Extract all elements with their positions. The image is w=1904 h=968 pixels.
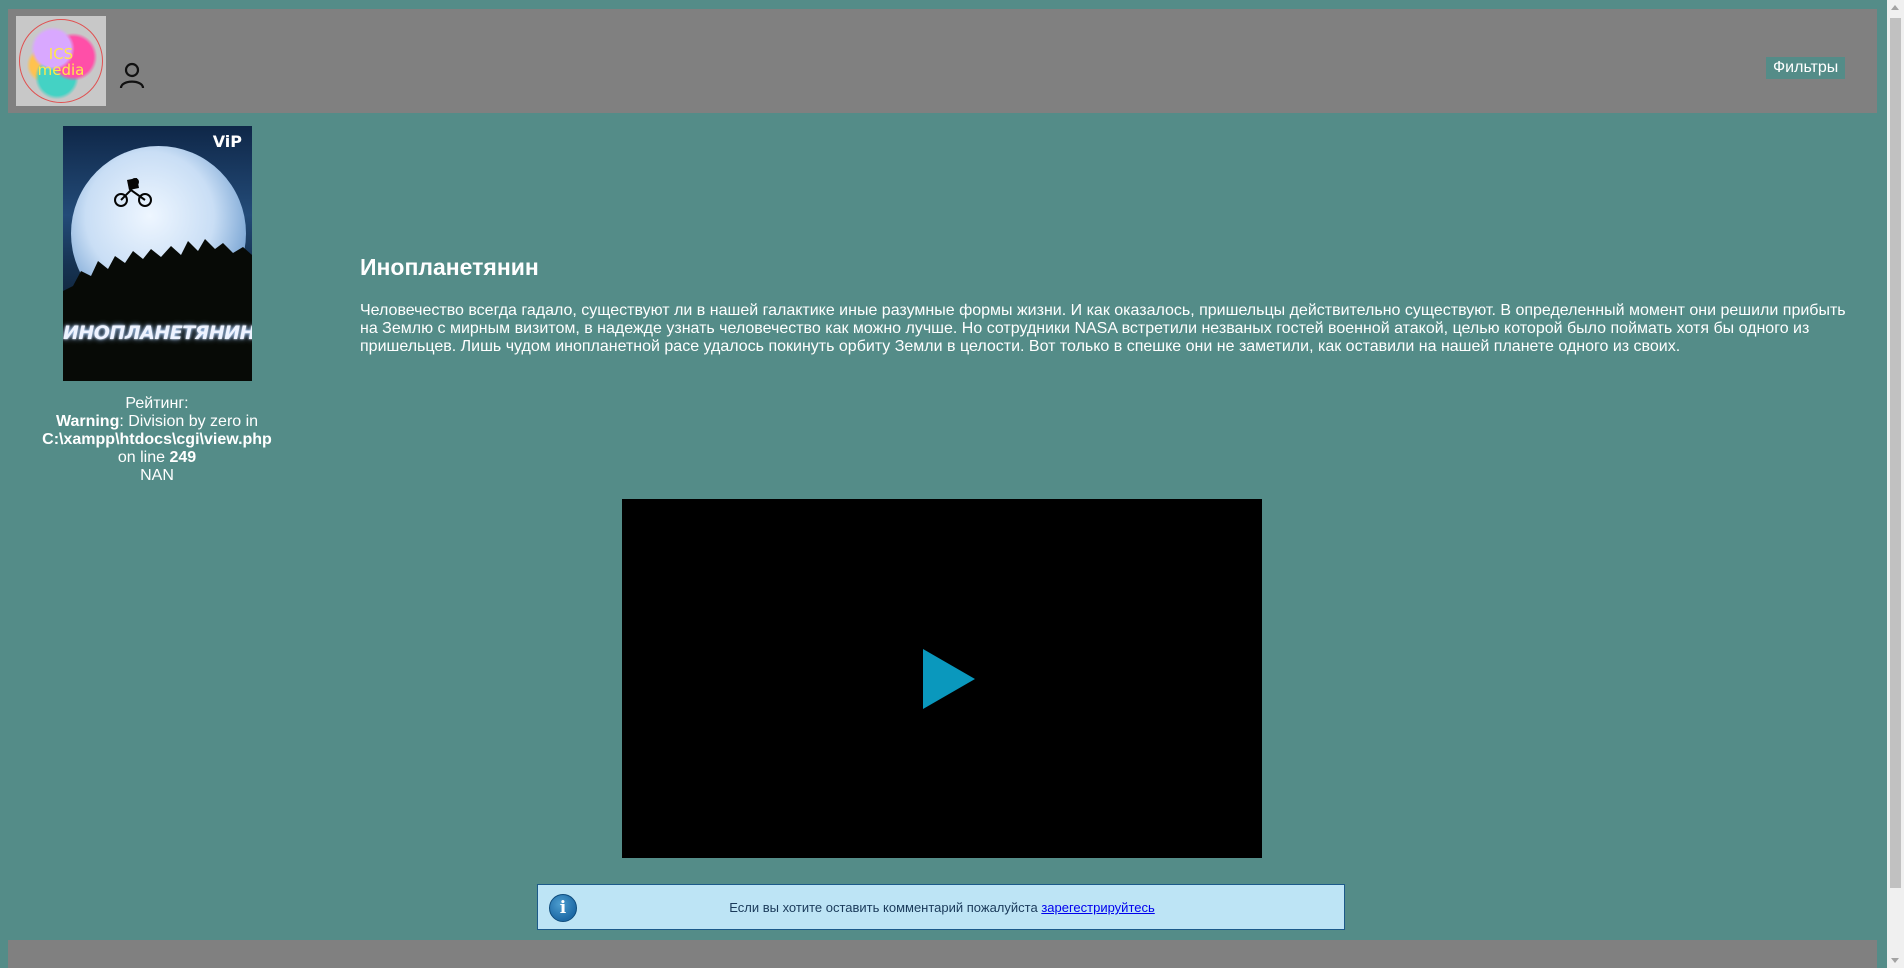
register-notice: Если вы хотите оставить комментарий пожа… — [537, 884, 1345, 930]
logo-text: ICS media — [16, 46, 106, 78]
video-player[interactable] — [622, 499, 1262, 858]
warning-line: on line 249 — [30, 449, 284, 467]
filters-button[interactable]: Фильтры — [1766, 57, 1846, 79]
logo-text-line2: media — [37, 61, 85, 79]
scroll-down-arrow-icon[interactable] — [1891, 958, 1899, 963]
warning-label: Warning — [55, 413, 120, 430]
movie-description: Человечество всегда гадало, существуют л… — [360, 302, 1846, 355]
warning-path-text: C:\xampp\htdocs\cgi\view.php — [42, 431, 272, 448]
site-logo[interactable]: ICS media — [16, 16, 106, 106]
movie-title: Инопланетянин — [360, 254, 539, 280]
rating-value: NAN — [140, 467, 174, 484]
footer-bar — [8, 940, 1877, 968]
poster-title: ИНОПЛАНЕТЯНИН — [63, 322, 252, 344]
rating-block: Рейтинг: Warning: Division by zero in C:… — [30, 395, 284, 485]
header-bar: ICS media Фильтры — [8, 9, 1877, 113]
poster-trees — [63, 239, 252, 381]
on-line-text: on line — [117, 449, 165, 466]
user-icon[interactable] — [118, 61, 146, 89]
vertical-scrollbar[interactable] — [1887, 0, 1904, 968]
rating-warning: Warning: Division by zero in — [30, 413, 284, 431]
warning-text: : Division by zero in — [119, 413, 259, 430]
logo-text-line1: ICS — [48, 45, 74, 63]
rating-label: Рейтинг: — [125, 395, 189, 412]
play-icon[interactable] — [923, 649, 975, 709]
vip-badge: ViP — [212, 132, 242, 151]
notice-text: Если вы хотите оставить комментарий пожа… — [538, 885, 1346, 931]
notice-message: Если вы хотите оставить комментарий пожа… — [729, 900, 1042, 915]
info-icon: i — [549, 894, 577, 922]
register-link[interactable]: зарегестрируйтесь — [1041, 900, 1154, 915]
line-number: 249 — [169, 449, 197, 466]
bike-silhouette-icon — [114, 178, 152, 207]
warning-path: C:\xampp\htdocs\cgi\view.php — [30, 431, 284, 449]
scrollbar-thumb[interactable] — [1890, 18, 1901, 888]
scroll-up-arrow-icon[interactable] — [1891, 5, 1899, 10]
movie-poster: ViP ИНОПЛАНЕТЯНИН — [63, 126, 252, 381]
page: ICS media Фильтры ViP ИНОПЛАНЕТЯНИН Рейт… — [0, 0, 1904, 968]
